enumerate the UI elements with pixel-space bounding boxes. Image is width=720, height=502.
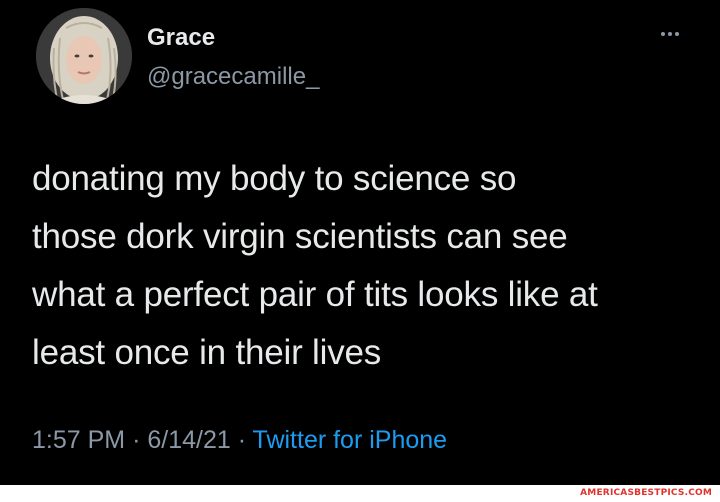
tweet-text-line: donating my body to science so xyxy=(32,159,517,198)
tweet-metadata: 1:57 PM · 6/14/21 · Twitter for iPhone xyxy=(32,425,447,455)
watermark-text: AMERICASBESTPICS.COM xyxy=(580,488,712,498)
tweet-body: donating my body to science so those dor… xyxy=(32,150,702,382)
meta-separator: · xyxy=(237,426,253,454)
tweet-card: Grace @gracecamille_ donating my body to… xyxy=(0,0,720,485)
tweet-date[interactable]: 6/14/21 xyxy=(147,426,230,454)
more-horizontal-icon xyxy=(675,32,679,36)
more-options-button[interactable] xyxy=(652,24,688,44)
meta-separator: · xyxy=(132,426,148,454)
more-horizontal-icon xyxy=(668,32,672,36)
tweet-text-line: least once in their lives xyxy=(32,333,382,372)
author-handle[interactable]: @gracecamille_ xyxy=(147,63,319,91)
author-avatar[interactable] xyxy=(36,8,132,104)
tweet-source-link[interactable]: Twitter for iPhone xyxy=(253,426,448,454)
more-horizontal-icon xyxy=(661,32,665,36)
tweet-text-line: what a perfect pair of tits looks like a… xyxy=(32,275,598,314)
avatar-photo-icon xyxy=(36,8,132,104)
tweet-text-line: those dork virgin scientists can see xyxy=(32,217,568,256)
author-display-name[interactable]: Grace xyxy=(147,24,215,52)
tweet-time[interactable]: 1:57 PM xyxy=(32,426,125,454)
